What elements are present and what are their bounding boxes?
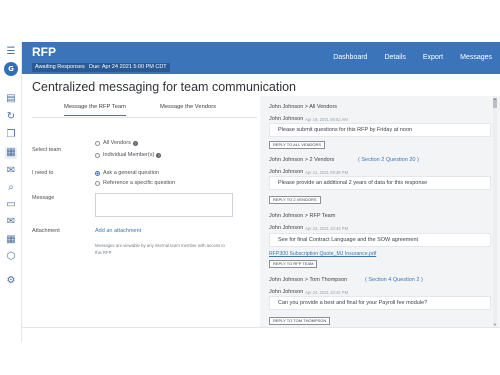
mail-icon[interactable]: ✉ [5, 216, 17, 228]
help-icon[interactable]: ? [156, 152, 162, 158]
reply-button[interactable]: REPLY TO 2 VENDORS [269, 196, 321, 204]
message-sender: John Johnson [269, 289, 304, 295]
attachment-label: Attachment [32, 228, 60, 234]
radio-label: Reference a specific question [103, 180, 176, 186]
search-icon[interactable]: ⌕ [5, 182, 17, 194]
question-reference-link[interactable]: ( Section 2 Question 20 ) [358, 157, 419, 163]
message-textarea[interactable] [95, 193, 233, 217]
message-bubble: See for final Contract Language and the … [269, 233, 491, 247]
message-header: John Johnson > All Vendors [269, 104, 338, 110]
document-icon[interactable]: ▤ [5, 93, 17, 105]
message-thread: John Johnson > All Vendors John Johnson … [260, 96, 500, 328]
app-header: RFP Awaiting Responses Due: Apr 24 2021 … [22, 42, 500, 74]
radio-individual-members[interactable]: Individual Member(s) ? [95, 152, 162, 158]
visibility-note: Messages are viewable by any internal te… [95, 243, 225, 248]
radio-circle-selected [95, 170, 100, 176]
message-text: Please provide an additional 2 years of … [278, 180, 428, 186]
message-header: John Johnson > RFP Team [269, 213, 336, 219]
message-bubble: Please submit questions for this RFP by … [269, 123, 491, 137]
calendar-icon[interactable]: ▦ [5, 147, 17, 159]
select-team-label: Select team [32, 147, 62, 153]
copy-icon[interactable]: ❐ [5, 129, 17, 141]
message-sender: John Johnson [269, 116, 304, 122]
message-text: See for final Contract Language and the … [278, 237, 419, 243]
page-title: Centralized messaging for team communica… [32, 80, 297, 94]
radio-circle [95, 152, 100, 158]
tab-message-rfp-team[interactable]: Message the RFP Team [64, 104, 126, 116]
message-label: Message [32, 195, 55, 201]
nav-details[interactable]: Details [384, 54, 405, 61]
message-text: Can you provide a best and final for you… [278, 300, 428, 306]
radio-label: Individual Member(s) [103, 152, 155, 158]
message-header: John Johnson > 2 Vendors [269, 157, 335, 163]
chat-icon[interactable]: ✉ [5, 165, 17, 177]
message-sender: John Johnson [269, 169, 304, 175]
tag-icon[interactable]: ⬡ [5, 251, 17, 263]
due-date-badge: Due: Apr 24 2021 5:00 PM CDT [86, 63, 170, 72]
refresh-icon[interactable]: ↻ [5, 111, 17, 123]
help-icon[interactable]: ? [132, 140, 138, 146]
nav-messages[interactable]: Messages [460, 54, 492, 61]
attachment-link[interactable]: RFP300 Subscription Quote_MJ Insurance.p… [269, 251, 376, 257]
question-reference-link[interactable]: ( Section 4 Question 2 ) [365, 277, 423, 283]
scroll-up-icon[interactable]: ▲ [493, 96, 497, 101]
message-bubble: Please provide an additional 2 years of … [269, 176, 491, 190]
top-nav: Dashboard Details Export Messages [316, 54, 492, 61]
radio-ask-general-question[interactable]: Ask a general question [95, 170, 159, 176]
divider [22, 327, 500, 328]
radio-all-vendors[interactable]: All Vendors ? [95, 140, 138, 146]
status-badge: Awaiting Responses [32, 63, 88, 72]
need-to-label: I need to [32, 170, 54, 176]
message-date: Apr 23, 2021 10:43 PM [305, 226, 349, 231]
message-date: Apr 19, 2021 08:52 AM [305, 117, 348, 122]
message-date: Apr 21, 2021 09:38 PM [305, 170, 349, 175]
message-bubble: Can you provide a best and final for you… [269, 296, 491, 310]
nav-export[interactable]: Export [423, 54, 443, 61]
settings-icon[interactable]: ⚙ [5, 275, 17, 287]
visibility-note-cont: this RFP [95, 250, 112, 255]
grid-icon[interactable]: ▦ [5, 234, 17, 246]
menu-icon[interactable]: ☰ [5, 46, 17, 58]
message-tabs: Message the RFP Team Message the Vendors [32, 98, 257, 118]
nav-dashboard[interactable]: Dashboard [333, 54, 367, 61]
reply-button[interactable]: REPLY TO ALL VENDORS [269, 141, 326, 149]
message-date: Apr 24, 2021 10:42 PM [305, 290, 349, 295]
app-title: RFP [32, 45, 56, 59]
inbox-icon[interactable]: ▭ [5, 199, 17, 211]
tab-message-vendors[interactable]: Message the Vendors [160, 104, 216, 110]
add-attachment-link[interactable]: Add an attachment [95, 228, 141, 234]
thread-scrollbar[interactable] [493, 96, 497, 328]
radio-circle [95, 180, 100, 186]
compose-panel: Message the RFP Team Message the Vendors… [32, 98, 257, 326]
radio-circle [95, 140, 100, 146]
logo-icon[interactable]: G [4, 62, 18, 76]
message-header: John Johnson > Tom Thompson [269, 277, 348, 283]
message-text: Please submit questions for this RFP by … [278, 127, 413, 133]
reply-button[interactable]: REPLY TO RFP TEAM [269, 260, 318, 268]
message-sender: John Johnson [269, 225, 304, 231]
radio-label: Ask a general question [103, 170, 159, 176]
reply-button[interactable]: REPLY TO TOM THOMPSON [269, 317, 331, 325]
radio-label: All Vendors [103, 140, 131, 146]
radio-reference-question[interactable]: Reference a specific question [95, 180, 175, 186]
